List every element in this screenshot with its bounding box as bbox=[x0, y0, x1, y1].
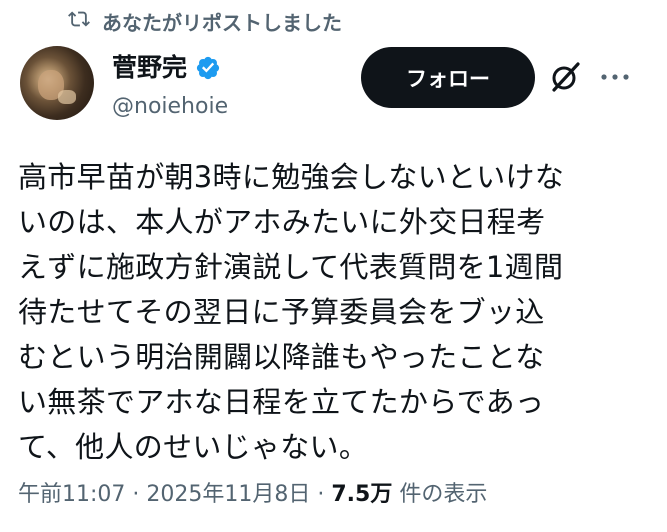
follow-button[interactable]: フォロー bbox=[361, 47, 535, 108]
avatar-hand bbox=[58, 90, 76, 104]
repost-indicator[interactable]: あなたがリポストしました bbox=[68, 8, 342, 38]
author-handle[interactable]: @noiehoie bbox=[112, 93, 228, 121]
post-time[interactable]: 午前11:07 bbox=[18, 482, 125, 507]
verified-badge-icon[interactable] bbox=[195, 55, 221, 81]
post-meta: 午前11:07 · 2025年11月8日 · 7.5万 件の表示 bbox=[18, 478, 487, 512]
repost-icon bbox=[68, 8, 90, 38]
grok-icon[interactable] bbox=[549, 60, 583, 94]
meta-separator: · bbox=[310, 482, 332, 507]
avatar[interactable] bbox=[20, 46, 94, 120]
meta-separator: · bbox=[125, 482, 147, 507]
author-name-row: 菅野完 bbox=[112, 52, 221, 84]
post-text: 高市早苗が朝3時に勉強会しないといけな いのは、本人がアホみたいに外交日程考 え… bbox=[18, 160, 565, 464]
views-count: 7.5万 bbox=[331, 482, 393, 507]
post-date[interactable]: 2025年11月8日 bbox=[146, 482, 310, 507]
more-icon[interactable] bbox=[597, 64, 633, 90]
views-label: 件の表示 bbox=[392, 482, 488, 507]
author-name[interactable]: 菅野完 bbox=[112, 52, 187, 84]
repost-text: あなたがリポストしました bbox=[102, 11, 342, 35]
